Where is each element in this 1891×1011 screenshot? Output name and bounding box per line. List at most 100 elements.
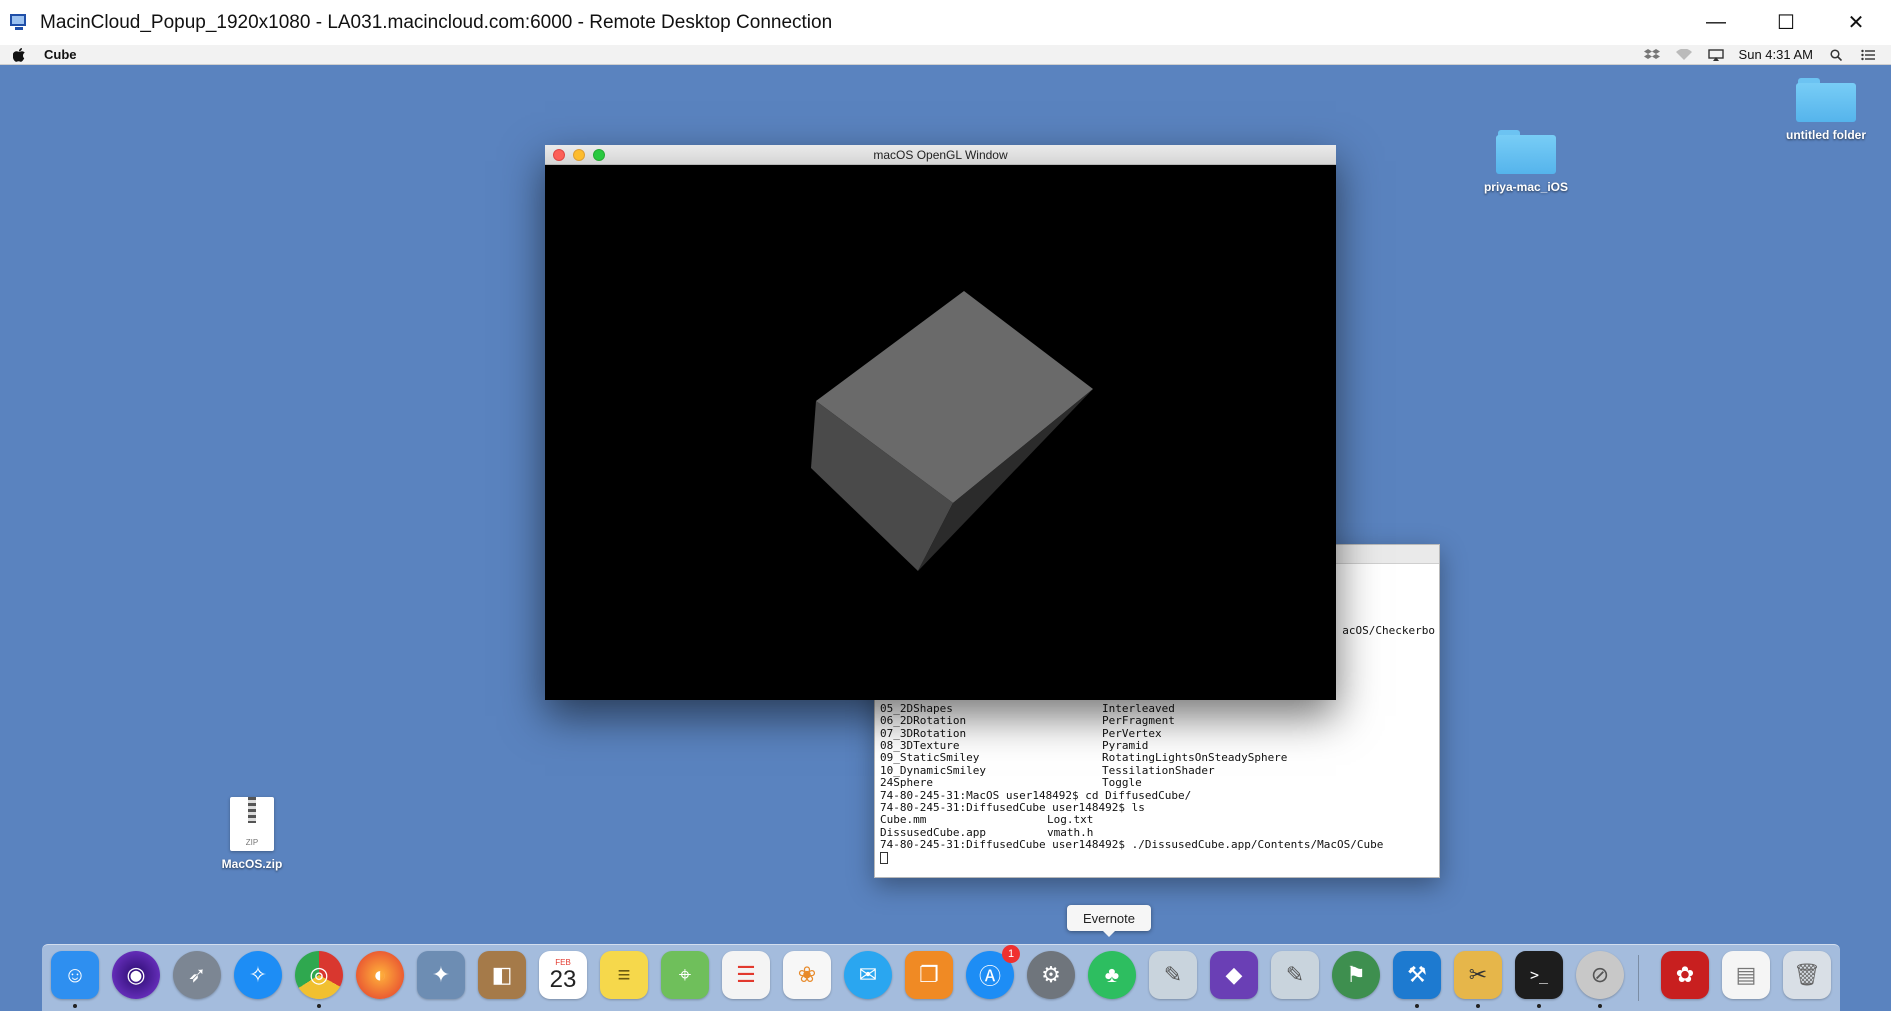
dock-system-preferences[interactable]: ⚙ (1027, 951, 1075, 999)
dock-archive-utility[interactable]: ✂ (1454, 951, 1502, 1008)
dock-books[interactable]: ❐ (905, 951, 953, 999)
running-indicator (73, 1004, 77, 1008)
dock-trash[interactable]: 🗑 (1783, 951, 1831, 999)
dock-separator (1638, 955, 1639, 1001)
dock-no-entry-app[interactable]: ⊘ (1576, 951, 1624, 1008)
dock-acrobat[interactable]: ✿ (1661, 951, 1709, 999)
notes-icon: ≡ (617, 962, 631, 987)
dock-firefox[interactable]: ◐ (356, 951, 404, 999)
wifi-icon[interactable] (1675, 48, 1693, 61)
running-indicator (317, 1004, 321, 1008)
safari-icon: ✧ (248, 962, 268, 987)
acrobat-icon: ✿ (1675, 962, 1695, 987)
desktop-folder-priya-mac-ios[interactable]: priya-mac_iOS (1476, 130, 1576, 194)
dock-app-store[interactable]: Ⓐ 1 (966, 945, 1020, 999)
evernote-icon: ♣ (1104, 962, 1120, 987)
dock-contacts[interactable]: ◧ (478, 951, 526, 999)
pencil-icon: ✎ (1163, 962, 1183, 987)
desktop-file-macos-zip[interactable]: ZIP MacOS.zip (212, 797, 292, 871)
dock: ☺ ◉ ➶ ✧ ◎ ◐ ✦ ◧ FEB 23 ≡ ⌖ ☰ ❀ ✉ ❐ Ⓐ 1 ⚙ … (42, 944, 1840, 1011)
desktop-item-label: untitled folder (1786, 128, 1866, 142)
dock-notes[interactable]: ≡ (600, 951, 648, 999)
dock-evernote[interactable]: ♣ (1088, 951, 1136, 999)
minimize-button[interactable]: — (1681, 0, 1751, 45)
close-window-button[interactable] (553, 149, 565, 161)
terminal-output: 05_2DShapes Interleaved 06_2DRotation PerF… (880, 702, 1430, 864)
trash-icon: 🗑 (1793, 962, 1821, 987)
apple-menu-icon[interactable] (12, 47, 26, 62)
rdp-title-bar: MacinCloud_Popup_1920x1080 - LA031.macin… (0, 0, 1891, 45)
dock-safari[interactable]: ✧ (234, 951, 282, 999)
opengl-window-titlebar[interactable]: macOS OpenGL Window (545, 145, 1336, 165)
spotlight-search-icon[interactable] (1827, 48, 1845, 61)
mac-menu-bar: Cube Sun 4:31 AM (0, 45, 1891, 65)
siri-icon: ◉ (126, 962, 146, 987)
dock-reminders[interactable]: ☰ (722, 951, 770, 999)
messages-icon: ✉ (858, 962, 878, 987)
app-menu-cube[interactable]: Cube (44, 47, 77, 62)
dock-preview[interactable]: ✦ (417, 951, 465, 999)
folder-icon (1796, 78, 1856, 122)
rdp-window-title: MacinCloud_Popup_1920x1080 - LA031.macin… (40, 11, 833, 33)
notification-center-icon[interactable] (1859, 49, 1877, 61)
terminal-text: acOS/Checkerbo (1342, 624, 1435, 637)
dock-android-studio[interactable]: ⚑ (1332, 951, 1380, 999)
terminal-cursor (880, 851, 888, 864)
running-indicator (1537, 1004, 1541, 1008)
close-button[interactable]: ✕ (1821, 0, 1891, 45)
desktop-folder-untitled[interactable]: untitled folder (1774, 78, 1878, 142)
terminal-line: Cube.mm Log.txt (880, 813, 1094, 827)
reminders-icon: ☰ (736, 962, 756, 987)
folder-icon (1496, 130, 1556, 174)
desktop-item-label: MacOS.zip (221, 857, 283, 871)
terminal-line: 24Sphere Toggle (880, 776, 1142, 790)
zip-file-icon: ZIP (230, 797, 274, 851)
scissors-icon: ✂ (1468, 962, 1488, 987)
hammer-icon: ⚒ (1407, 962, 1427, 987)
finder-icon: ☺ (63, 962, 87, 987)
desktop-item-label: priya-mac_iOS (1483, 180, 1569, 194)
dock-zip-file[interactable]: ▤ (1722, 951, 1770, 999)
menubar-clock[interactable]: Sun 4:31 AM (1739, 47, 1813, 62)
opengl-window-title: macOS OpenGL Window (873, 147, 1008, 162)
running-indicator (1598, 1004, 1602, 1008)
dock-text-editor-b[interactable]: ✎ (1271, 951, 1319, 999)
maximize-button[interactable]: ☐ (1751, 0, 1821, 45)
contacts-icon: ◧ (491, 962, 513, 987)
running-indicator (1476, 1004, 1480, 1008)
airplay-icon[interactable] (1707, 48, 1725, 61)
dock-messages[interactable]: ✉ (844, 951, 892, 999)
dock-finder[interactable]: ☺ (51, 951, 99, 1008)
no-entry-icon: ⊘ (1590, 962, 1610, 987)
minimize-window-button[interactable] (573, 149, 585, 161)
running-indicator (1415, 1004, 1419, 1008)
remote-desktop-icon (8, 12, 30, 34)
terminal-icon: >_ (1529, 966, 1549, 984)
dock-visual-studio[interactable]: ◆ (1210, 951, 1258, 999)
terminal-line: 10_DynamicSmiley TessilationShader (880, 763, 1215, 777)
opengl-canvas[interactable] (545, 165, 1336, 700)
dock-text-editor-a[interactable]: ✎ (1149, 951, 1197, 999)
dropbox-icon[interactable] (1643, 48, 1661, 61)
opengl-window[interactable]: macOS OpenGL Window (545, 145, 1336, 700)
dock-chrome[interactable]: ◎ (295, 951, 343, 1008)
terminal-prompt[interactable] (880, 851, 1430, 864)
zip-icon: ▤ (1735, 962, 1757, 987)
dock-launchpad[interactable]: ➶ (173, 951, 221, 999)
rendered-cube (811, 291, 1093, 571)
terminal-line: 74-80-245-31:DiffusedCube user148492$ ./… (880, 838, 1384, 852)
preview-icon: ✦ (431, 962, 451, 987)
rdp-window-controls: — ☐ ✕ (1681, 0, 1891, 45)
gear-icon: ⚙ (1041, 962, 1061, 987)
dock-photos[interactable]: ❀ (783, 951, 831, 999)
zoom-window-button[interactable] (593, 149, 605, 161)
dock-terminal[interactable]: >_ (1515, 951, 1563, 1008)
terminal-line: 06_2DRotation PerFragment (880, 714, 1175, 728)
dock-maps[interactable]: ⌖ (661, 951, 709, 999)
dock-siri[interactable]: ◉ (112, 951, 160, 999)
launchpad-icon: ➶ (187, 962, 207, 987)
dock-xcode[interactable]: ⚒ (1393, 951, 1441, 1008)
chrome-icon: ◎ (309, 962, 329, 987)
calendar-day: 23 (549, 965, 577, 993)
dock-calendar[interactable]: FEB 23 (539, 951, 587, 999)
